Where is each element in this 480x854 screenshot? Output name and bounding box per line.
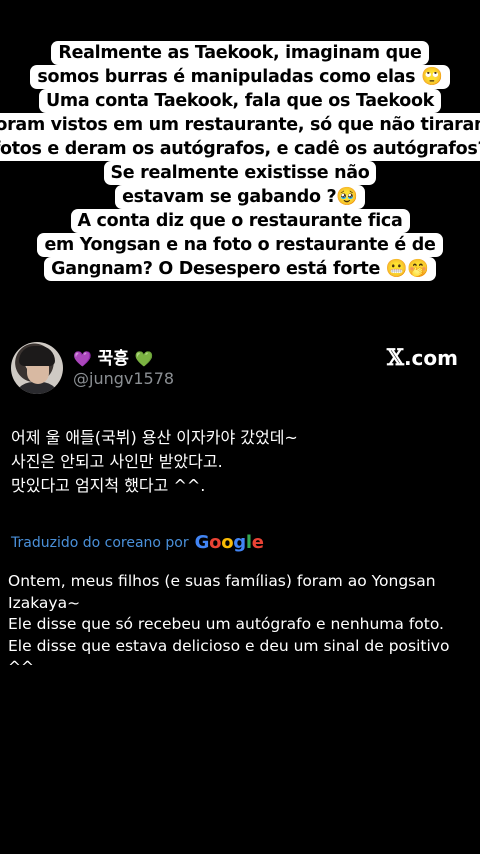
avatar[interactable]	[11, 342, 63, 394]
display-name[interactable]: 💜 꾹흉 💚	[73, 344, 154, 369]
caption-line: Se realmente existisse não	[103, 161, 377, 185]
tweet-original-text: 어제 울 애들(국뷔) 용산 이자카야 갔었데~ 사진은 안되고 사인만 받았다…	[11, 426, 471, 498]
purple-heart-icon: 💜	[73, 350, 92, 368]
caption-overlay: Realmente as Taekook, imaginam que somos…	[0, 41, 480, 281]
tweet-translation: Ontem, meus filhos (e suas famílias) for…	[8, 571, 474, 679]
translation-line: ^^	[8, 658, 34, 676]
caption-line: Gangnam? O Desespero está forte 😬🤭	[44, 257, 436, 281]
original-line: 사진은 안되고 사인만 받았다고.	[11, 452, 223, 471]
caption-line: em Yongsan e na foto o restaurante é de	[37, 233, 443, 257]
translated-by-label: Traduzido do coreano por	[11, 534, 189, 551]
caption-line: foram vistos em um restaurante, só que n…	[0, 113, 480, 137]
original-line: 맛있다고 엄지척 했다고 ^^.	[11, 476, 206, 495]
translation-line: Ele disse que só recebeu um autógrafo e …	[8, 615, 444, 633]
x-com-brand: 𝕏 .com	[387, 345, 458, 371]
green-heart-icon: 💚	[134, 350, 154, 368]
caption-line: fotos e deram os autógrafos, e cadê os a…	[0, 137, 480, 161]
translation-line: Izakaya~	[8, 593, 81, 612]
display-name-text: 꾹흉	[97, 349, 129, 369]
caption-line: Uma conta Taekook, fala que os Taekook	[38, 89, 442, 113]
caption-line: A conta diz que o restaurante fica	[70, 209, 410, 233]
caption-line: Realmente as Taekook, imaginam que	[51, 41, 429, 65]
translated-by[interactable]: Traduzido do coreano por Google	[11, 532, 264, 553]
x-logo-icon: 𝕏	[386, 345, 404, 371]
user-handle[interactable]: @jungv1578	[73, 369, 174, 388]
translation-line: Ontem, meus filhos (e suas famílias) for…	[8, 572, 436, 590]
caption-line: estavam se gabando ?🥹	[115, 185, 365, 209]
translation-line: Ele disse que estava delicioso e deu um …	[8, 636, 450, 655]
caption-line: somos burras é manipuladas como elas 🙄	[30, 65, 450, 89]
brand-suffix: .com	[403, 346, 458, 370]
original-line: 어제 울 애들(국뷔) 용산 이자카야 갔었데~	[11, 428, 298, 447]
google-logo: Google	[194, 532, 264, 553]
